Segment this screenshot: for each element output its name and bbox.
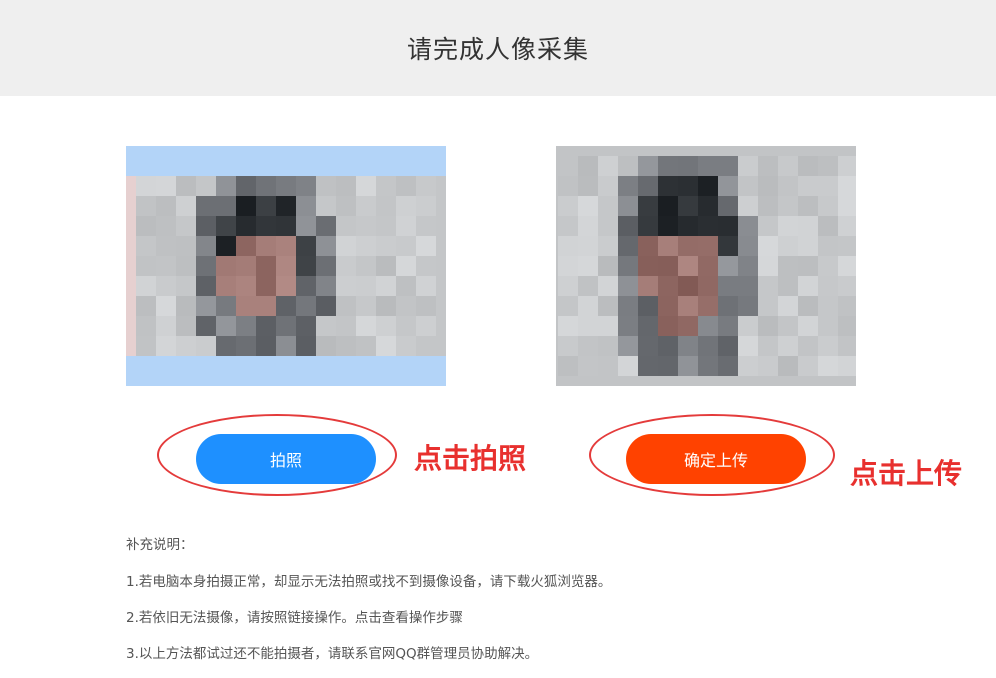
upload-button[interactable]: 确定上传: [626, 434, 806, 484]
capture-annotation: 点击拍照: [414, 442, 527, 475]
page-header: 请完成人像采集: [0, 0, 996, 96]
upload-annotation: 点击上传: [850, 457, 963, 490]
captured-photo-image: [556, 146, 856, 386]
camera-preview-image: [126, 176, 446, 356]
notes-section: 补充说明： 1.若电脑本身拍摄正常，却显示无法拍照或找不到摄像设备，请下载火狐浏…: [126, 533, 611, 678]
captured-photo: [556, 146, 856, 386]
note-line-2-text: 2.若依旧无法摄像，请按照链接操作。: [126, 610, 355, 626]
note-line-3: 3.以上方法都试过还不能拍摄者，请联系官网QQ群管理员协助解决。: [126, 646, 539, 662]
note-line-1: 1.若电脑本身拍摄正常，却显示无法拍照或找不到摄像设备，请下载火狐浏览器。: [126, 574, 612, 590]
capture-button[interactable]: 拍照: [196, 434, 376, 484]
notes-title: 补充说明：: [126, 537, 194, 553]
note-line-2: 2.若依旧无法摄像，请按照链接操作。点击查看操作步骤: [126, 606, 611, 626]
camera-preview: [126, 146, 446, 386]
page-title: 请完成人像采集: [406, 35, 589, 64]
operation-steps-link[interactable]: 点击查看操作步骤: [355, 610, 463, 626]
